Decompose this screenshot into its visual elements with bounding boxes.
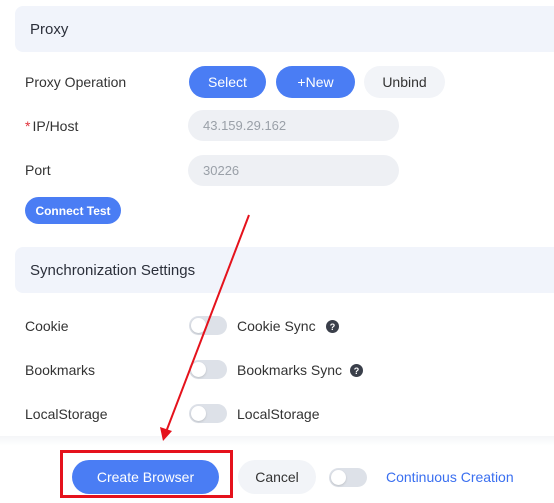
footer-divider <box>0 436 554 446</box>
proxy-section-title: Proxy <box>30 20 69 38</box>
port-label: Port <box>25 162 51 178</box>
cookie-sync-text: Cookie Sync <box>237 318 316 334</box>
connect-test-button[interactable]: Connect Test <box>25 197 121 224</box>
cancel-button[interactable]: Cancel <box>238 460 316 494</box>
cookie-sync-toggle[interactable] <box>189 316 227 335</box>
localstorage-label: LocalStorage <box>25 406 108 422</box>
localstorage-sync-text: LocalStorage <box>237 406 320 422</box>
ip-host-label: * IP/Host <box>25 118 78 134</box>
continuous-creation-link[interactable]: Continuous Creation <box>386 469 514 485</box>
select-proxy-button[interactable]: Select <box>189 66 266 98</box>
create-browser-button[interactable]: Create Browser <box>72 460 219 494</box>
continuous-creation-toggle[interactable] <box>329 468 367 487</box>
sync-section-title: Synchronization Settings <box>30 261 196 279</box>
bookmarks-label: Bookmarks <box>25 362 96 378</box>
question-circle-icon[interactable]: ? <box>350 364 363 377</box>
proxy-section-header: Proxy <box>15 6 554 52</box>
unbind-proxy-button[interactable]: Unbind <box>364 66 445 98</box>
localstorage-sync-toggle[interactable] <box>189 404 227 423</box>
new-proxy-button[interactable]: +New <box>276 66 355 98</box>
ip-host-field[interactable]: 43.159.29.162 <box>188 110 399 141</box>
port-field[interactable]: 30226 <box>188 155 399 186</box>
bookmarks-sync-toggle[interactable] <box>189 360 227 379</box>
sync-section-header: Synchronization Settings <box>15 247 554 293</box>
ip-host-label-text: IP/Host <box>32 118 79 134</box>
proxy-operation-label: Proxy Operation <box>25 74 127 90</box>
required-mark: * <box>25 118 31 134</box>
question-circle-icon[interactable]: ? <box>326 320 339 333</box>
bookmarks-sync-text: Bookmarks Sync <box>237 362 343 378</box>
cookie-label: Cookie <box>25 318 69 334</box>
